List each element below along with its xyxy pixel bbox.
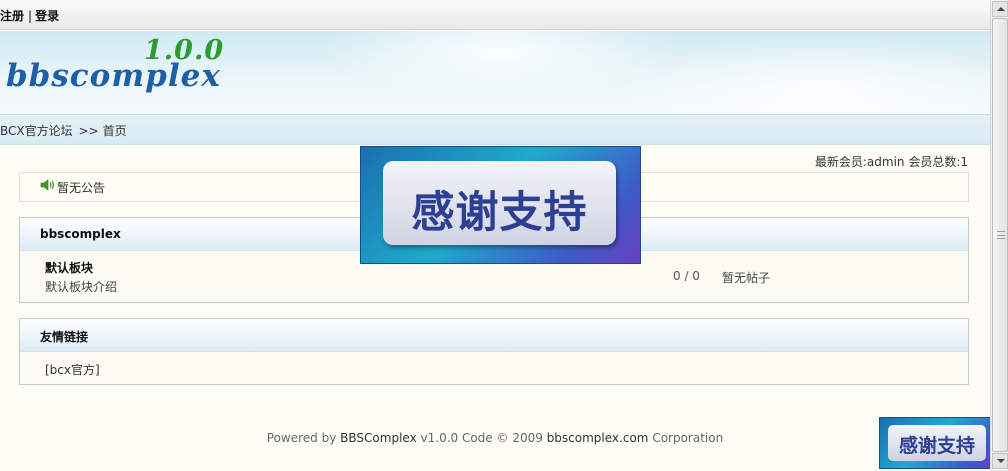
- thanks-text-small: 感谢支持: [898, 435, 975, 457]
- header-banner: 1.0.0 bbscomplex: [0, 31, 990, 115]
- login-link[interactable]: 登录: [35, 9, 59, 23]
- footer-corp: Corporation: [652, 431, 724, 445]
- scroll-up-arrow-icon[interactable]: [992, 1, 1008, 17]
- vertical-scrollbar[interactable]: [990, 0, 1008, 471]
- board-counts: 0 / 0: [673, 269, 700, 283]
- footer-product-link[interactable]: BBSComplex: [340, 431, 417, 445]
- friend-links: 友情链接 [bcx官方]: [19, 318, 969, 385]
- thanks-card: 感谢支持: [383, 161, 616, 245]
- scrollbar-grip-icon: [997, 231, 1005, 239]
- site-logo[interactable]: bbscomplex: [6, 58, 221, 94]
- announcement-text: 暂无公告: [57, 181, 106, 195]
- speaker-icon: [40, 179, 55, 191]
- scroll-down-arrow-icon[interactable]: [992, 453, 1008, 469]
- thanks-overlay-small[interactable]: 感谢支持: [879, 417, 994, 469]
- friend-links-title: 友情链接: [20, 319, 968, 352]
- footer-version: v1.0.0 Code © 2009: [420, 431, 543, 445]
- footer-domain-link[interactable]: bbscomplex.com: [547, 431, 649, 445]
- thanks-overlay-large[interactable]: 感谢支持: [360, 146, 641, 264]
- scrollbar-thumb[interactable]: [992, 18, 1008, 452]
- topbar-separator: |: [28, 9, 33, 23]
- thanks-card-small: 感谢支持: [888, 425, 986, 461]
- member-stats: 最新会员:admin 会员总数:1: [814, 155, 968, 169]
- breadcrumb-site-link[interactable]: BCX官方论坛: [0, 124, 73, 138]
- register-link[interactable]: 注册: [0, 9, 24, 23]
- breadcrumb-current: 首页: [102, 124, 127, 138]
- thanks-text: 感谢支持: [411, 188, 588, 238]
- footer-powered: Powered by: [266, 431, 337, 445]
- friend-link-item[interactable]: [bcx官方]: [45, 361, 100, 378]
- board-last-post: 暂无帖子: [722, 271, 771, 285]
- breadcrumb-separator: >>: [78, 124, 99, 138]
- breadcrumb: BCX官方论坛 >> 首页: [0, 115, 990, 145]
- board-name[interactable]: 默认板块: [45, 259, 93, 276]
- board-description: 默认板块介绍: [45, 280, 118, 294]
- top-bar: 注册 | 登录: [0, 0, 990, 30]
- footer: Powered by BBSComplex v1.0.0 Code © 2009…: [0, 431, 990, 445]
